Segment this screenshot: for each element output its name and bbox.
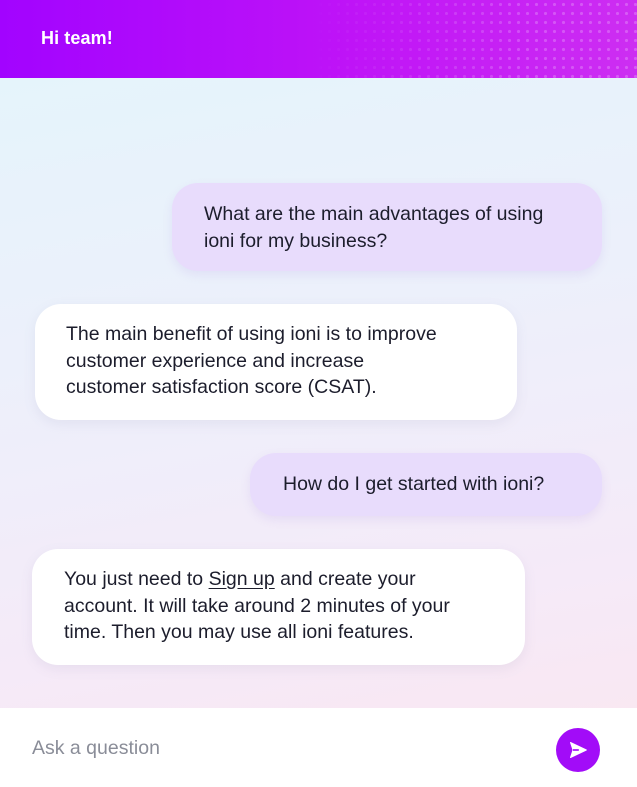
send-arrow-icon — [568, 740, 588, 760]
message-line: account. It will take around 2 minutes o… — [64, 594, 450, 617]
chat-widget: Hi team! What are the main advantages of… — [0, 0, 637, 787]
message-line: The main benefit of using ioni is to imp… — [66, 323, 437, 345]
composer-bar — [0, 708, 637, 787]
message-line: How do I get started with ioni? — [283, 473, 545, 495]
bot-message: The main benefit of using ioni is to imp… — [35, 304, 517, 420]
bot-message: You just need to Sign up and create your… — [32, 549, 525, 665]
header-dot-pattern — [307, 0, 637, 78]
message-text: and create your — [274, 568, 416, 590]
message-line: ioni for my business? — [204, 229, 388, 252]
send-button[interactable] — [556, 728, 600, 772]
user-message: How do I get started with ioni? — [250, 453, 602, 516]
sign-up-link[interactable]: Sign up — [209, 568, 275, 590]
message-line: time. Then you may use all ioni features… — [64, 621, 414, 643]
user-message: What are the main advantages of using io… — [172, 183, 602, 271]
question-input[interactable] — [32, 734, 512, 762]
message-line: You just need to Sign up and create your — [64, 566, 505, 593]
message-text: You just need to — [64, 568, 209, 590]
message-line: customer experience and increase — [66, 349, 365, 372]
header-title: Hi team! — [41, 28, 113, 48]
chat-header: Hi team! — [0, 0, 637, 78]
message-line: What are the main advantages of using — [204, 203, 544, 225]
message-line: customer satisfaction score (CSAT). — [66, 376, 377, 398]
